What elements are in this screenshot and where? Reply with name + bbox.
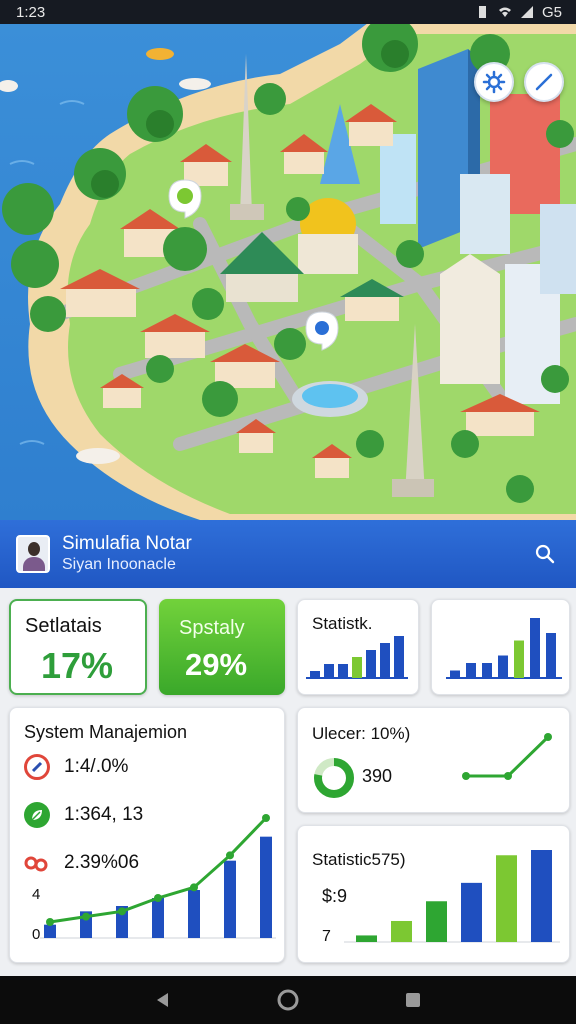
mini-chart-bar: [530, 618, 540, 678]
mini-chart-bar: [482, 663, 492, 678]
stat-label: Spstaly: [179, 617, 245, 639]
mini-bar-chart: [306, 636, 408, 679]
mini-chart-bar: [310, 671, 320, 678]
chart-bar: [260, 836, 272, 938]
home-button[interactable]: [268, 980, 308, 1020]
chart-bar: [188, 890, 200, 938]
mini-chart-bar: [394, 636, 404, 678]
app-header: Simulafia Notar Siyan Inoonacle: [0, 520, 576, 588]
chart-bar: [531, 850, 552, 942]
chart-point: [82, 912, 90, 921]
mini-chart-bar: [352, 657, 362, 678]
mini-chart-bar: [450, 670, 460, 678]
search-icon: [535, 544, 555, 564]
chart-bar: [496, 855, 517, 942]
chart-bar: [356, 935, 377, 942]
chart-bar: [44, 924, 56, 938]
mini-chart-bar: [366, 650, 376, 678]
mini-chart-card-2[interactable]: [431, 599, 570, 695]
stat-card-spstaly[interactable]: Spstaly 29%: [159, 599, 285, 695]
trend-point: [544, 733, 552, 741]
gear-icon: [482, 70, 506, 94]
statistic-card[interactable]: Statistic575) $:9 7: [297, 825, 570, 963]
chart-point: [190, 883, 198, 892]
status-bar: 1:23 G5: [0, 0, 576, 24]
system-nav-bar: [0, 976, 576, 1024]
mini-chart-bar: [514, 640, 524, 678]
mini-chart-bar: [380, 643, 390, 678]
chart-bar: [461, 882, 482, 942]
recents-button[interactable]: [393, 980, 433, 1020]
chart-bar: [152, 898, 164, 938]
chart-bar: [224, 860, 236, 938]
stat-value: 29%: [185, 647, 248, 682]
usage-card[interactable]: Ulecer: 10%) 390: [297, 707, 570, 813]
trend-line: [466, 735, 550, 778]
pencil-icon: [535, 73, 553, 91]
home-icon: [277, 989, 299, 1011]
chart-point: [46, 918, 54, 926]
mini-chart-bar: [324, 664, 334, 678]
system-combo-chart: [40, 814, 276, 939]
usage-trend-line: [462, 733, 552, 780]
back-icon: [156, 993, 168, 1007]
mini-chart-bar: [498, 655, 508, 678]
wifi-icon: [498, 7, 511, 17]
mini-chart-card-1[interactable]: Statistk.: [297, 599, 419, 695]
map-edit-button[interactable]: [524, 62, 564, 102]
clock: 1:23: [16, 3, 46, 21]
trend-point: [504, 772, 512, 780]
map-settings-button[interactable]: [474, 62, 514, 102]
chart-bar: [391, 920, 412, 942]
avatar[interactable]: [16, 535, 50, 573]
chart-bar: [426, 901, 447, 942]
stat-label: Setlatais: [25, 615, 102, 637]
signal-icon: [520, 6, 533, 18]
mini-chart-bar: [546, 633, 556, 678]
stat-value: 17%: [41, 645, 114, 686]
dashboard: Setlatais 17% Spstaly 29% Statistk. Syst…: [0, 588, 576, 976]
notification-icon: [478, 6, 486, 18]
recents-icon: [406, 993, 421, 1007]
mini-chart-bar: [338, 664, 348, 678]
chart-point: [262, 814, 270, 822]
back-button[interactable]: [143, 980, 183, 1020]
chart-point: [154, 894, 162, 902]
mini-chart-bar: [466, 663, 476, 678]
battery-label: G5: [541, 3, 562, 21]
city-map[interactable]: [0, 24, 576, 520]
app-title: Simulafia Notar: [62, 533, 192, 554]
trend-point: [462, 772, 470, 780]
mini-bar-chart: [446, 618, 562, 679]
statistic-bar-chart: [344, 850, 560, 943]
chart-point: [118, 907, 126, 916]
system-management-card[interactable]: System Manajemion 1:4/.0% 1:364, 13 2.39…: [9, 707, 285, 963]
stat-card-setlatais[interactable]: Setlatais 17%: [9, 599, 147, 695]
search-button[interactable]: [530, 539, 560, 569]
chart-point: [226, 851, 234, 860]
app-subtitle: Siyan Inoonacle: [62, 556, 176, 573]
